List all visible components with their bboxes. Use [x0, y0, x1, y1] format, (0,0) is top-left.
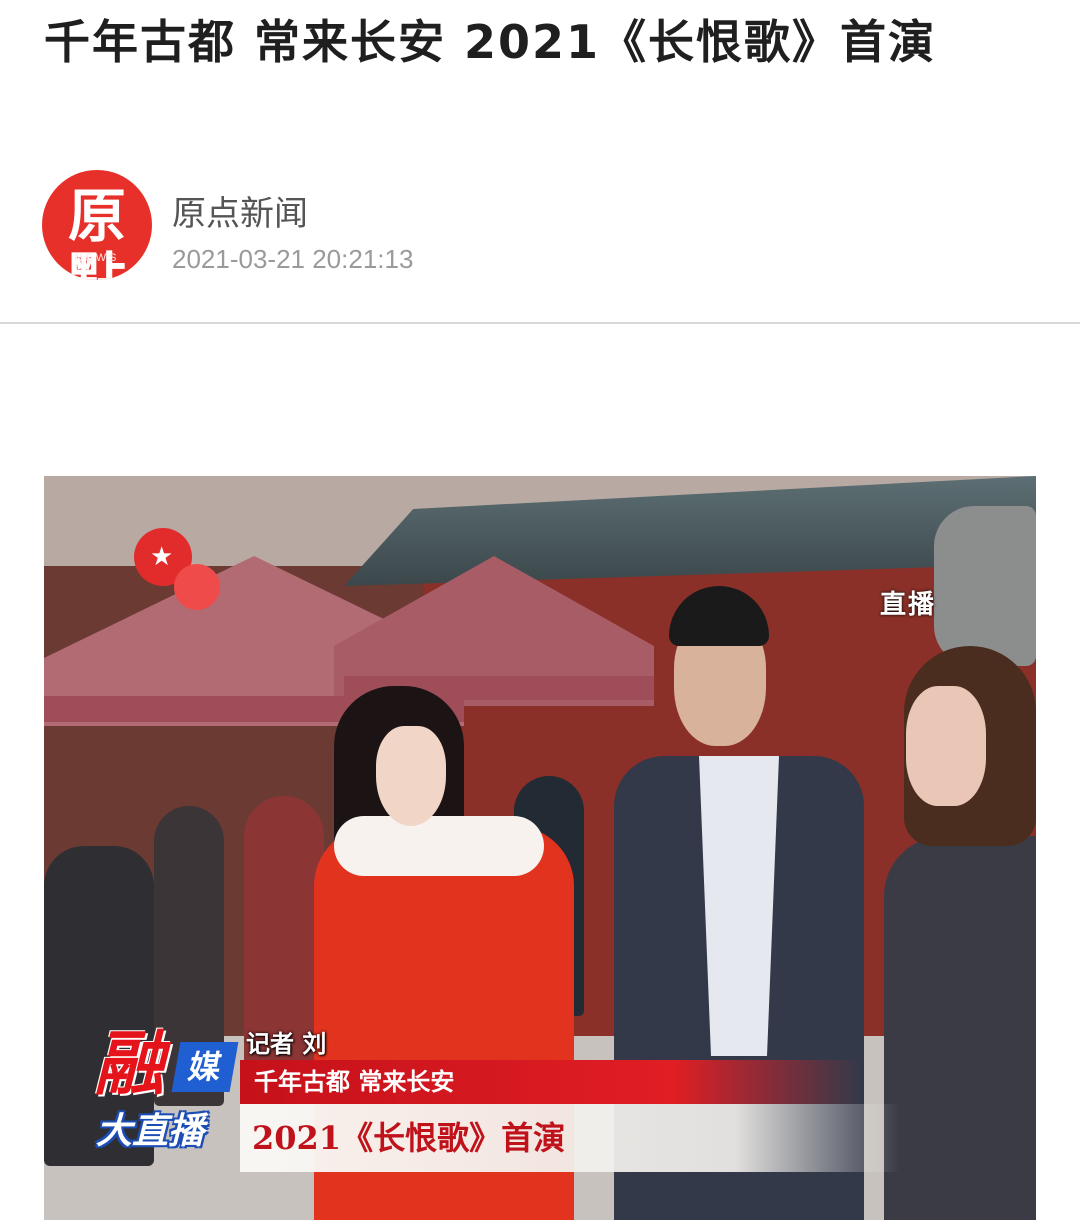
program-brand-badge: 融 媒 大直播 — [92, 1024, 242, 1174]
woman-fur-collar — [334, 816, 544, 876]
man-hair — [669, 586, 769, 646]
source-logo-sub: NEWS — [74, 252, 120, 264]
source-name[interactable]: 原点新闻 — [172, 186, 308, 235]
brand-bottom-text: 大直播 — [96, 1111, 205, 1152]
header-divider — [0, 322, 1080, 324]
star-icon: ★ — [150, 542, 174, 572]
scene-stone-lion — [934, 506, 1036, 666]
host-coat — [884, 836, 1036, 1220]
reporter-caption: 记者 刘 — [246, 1030, 327, 1058]
publish-time: 2021-03-21 20:21:13 — [172, 244, 414, 274]
flower-icon: ★ — [124, 524, 224, 614]
host-face — [906, 686, 986, 806]
live-tag: 直播 — [880, 590, 937, 620]
flower-petal-icon — [174, 564, 220, 610]
brand-main-glyph: 融 — [94, 1022, 164, 1105]
source-logo-glyph: 原點 — [67, 182, 126, 280]
woman-face — [376, 726, 446, 826]
source-header: 原點 NEWS 原点新闻 2021-03-21 20:21:13 — [42, 170, 742, 280]
source-logo[interactable]: 原點 NEWS — [42, 170, 152, 280]
man-shirt — [699, 756, 779, 1056]
news-video-frame[interactable]: ★ 直播 记者 刘 千年古都 常来长安 2021《长恨歌》首演 融 媒 大直播 — [44, 476, 1036, 1220]
lower-third-headline-2: 2021《长恨歌》首演 — [252, 1119, 566, 1157]
article-title: 千年古都 常来长安 2021《长恨歌》首演 — [44, 15, 937, 69]
brand-side-glyph: 媒 — [171, 1042, 239, 1092]
scene-host — [884, 646, 1036, 1220]
lower-third-headline-1: 千年古都 常来长安 — [254, 1068, 455, 1096]
